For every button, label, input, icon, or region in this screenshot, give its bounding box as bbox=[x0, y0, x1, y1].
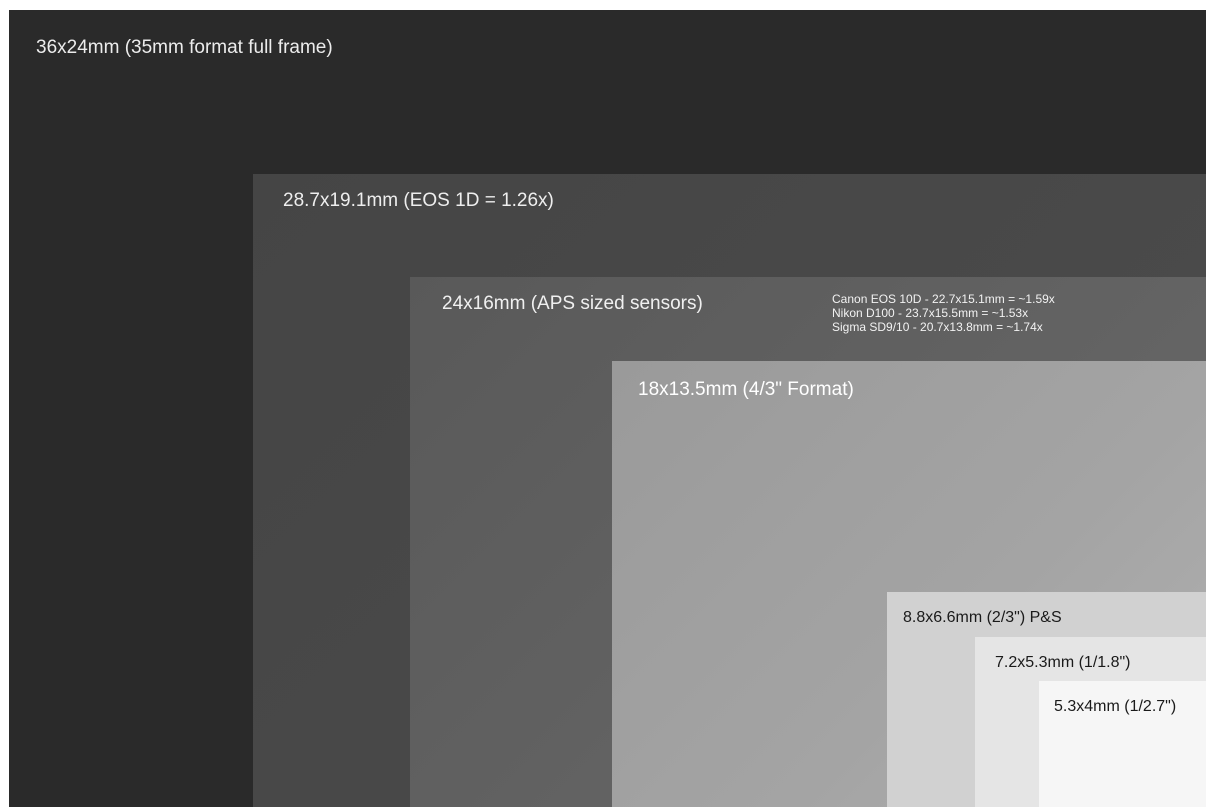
aps-camera-notes: Canon EOS 10D - 22.7x15.1mm = ~1.59x Nik… bbox=[832, 292, 1055, 334]
sensor-full-frame-label: 36x24mm (35mm format full frame) bbox=[36, 37, 333, 58]
aps-note-canon: Canon EOS 10D - 22.7x15.1mm = ~1.59x bbox=[832, 292, 1055, 306]
sensor-four-thirds-label: 18x13.5mm (4/3" Format) bbox=[638, 379, 854, 400]
sensor-one-over-2-7-label: 5.3x4mm (1/2.7") bbox=[1054, 698, 1177, 715]
sensor-one-over-2-7: 5.3x4mm (1/2.7") bbox=[1039, 681, 1206, 807]
sensor-one-over-1-8-label: 7.2x5.3mm (1/1.8") bbox=[995, 654, 1131, 671]
sensor-eos-1d-label: 28.7x19.1mm (EOS 1D = 1.26x) bbox=[283, 190, 554, 211]
aps-note-sigma: Sigma SD9/10 - 20.7x13.8mm = ~1.74x bbox=[832, 320, 1043, 334]
aps-note-nikon: Nikon D100 - 23.7x15.5mm = ~1.53x bbox=[832, 306, 1029, 320]
sensor-aps-label: 24x16mm (APS sized sensors) bbox=[442, 293, 703, 314]
sensor-size-diagram: 36x24mm (35mm format full frame) 28.7x19… bbox=[0, 0, 1206, 807]
sensor-two-thirds-label: 8.8x6.6mm (2/3") P&S bbox=[903, 609, 1062, 626]
